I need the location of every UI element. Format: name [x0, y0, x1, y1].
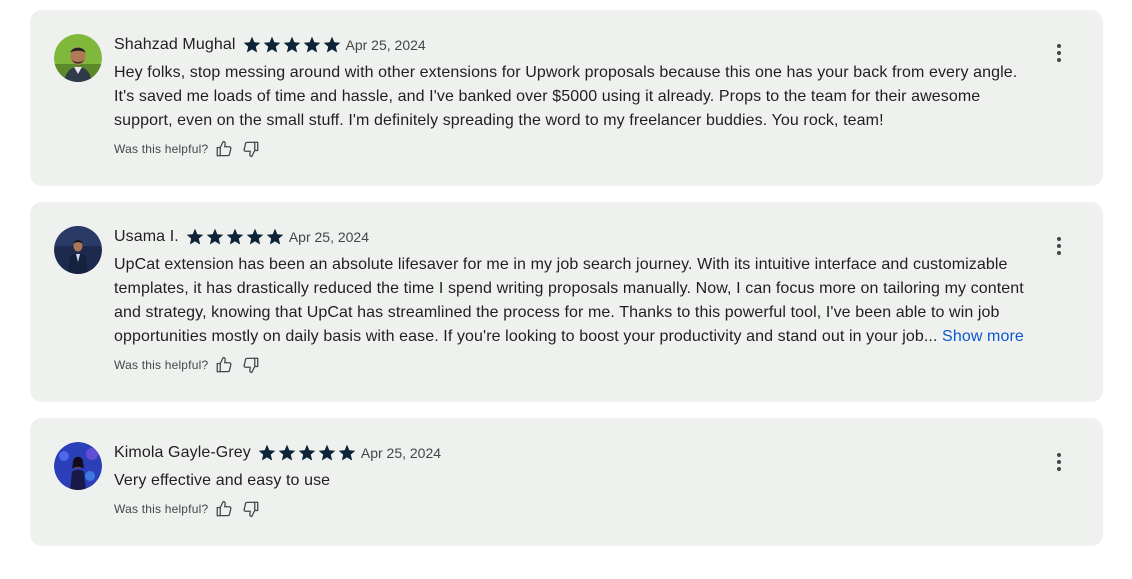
review-text-body: UpCat extension has been an absolute lif…	[114, 256, 1024, 345]
helpful-label: Was this helpful?	[114, 502, 209, 516]
helpful-row: Was this helpful?	[114, 499, 1039, 519]
star-icon	[266, 228, 284, 245]
review-header: Usama I. Apr 25, 2024	[114, 225, 1039, 249]
avatar-image	[54, 226, 102, 274]
star-icon	[298, 444, 316, 461]
review-text: UpCat extension has been an absolute lif…	[114, 253, 1039, 349]
review-card: Kimola Gayle-Grey Apr 25, 2024 Very effe…	[30, 418, 1103, 546]
helpful-label: Was this helpful?	[114, 358, 209, 372]
review-text: Very effective and easy to use	[114, 472, 331, 489]
thumbs-up-icon[interactable]	[215, 140, 233, 158]
star-rating	[257, 443, 357, 463]
star-icon	[318, 444, 336, 461]
thumbs-down-icon[interactable]	[242, 500, 260, 518]
reviewer-avatar	[54, 442, 102, 490]
star-icon	[323, 36, 340, 53]
more-vert-icon	[1057, 237, 1061, 255]
reviewer-name: Usama I.	[114, 228, 179, 245]
avatar-image	[54, 34, 102, 82]
more-vert-icon	[1057, 453, 1061, 471]
star-icon	[258, 444, 276, 461]
star-icon	[226, 228, 244, 245]
reviewer-name: Kimola Gayle-Grey	[114, 444, 251, 461]
star-icon	[303, 36, 320, 53]
reviewer-avatar	[54, 34, 102, 82]
review-card: Shahzad Mughal Apr 25, 2024 Hey folks, s…	[30, 10, 1103, 186]
more-options-button[interactable]	[1047, 234, 1071, 258]
review-date: Apr 25, 2024	[345, 37, 426, 53]
star-icon	[338, 444, 356, 461]
helpful-row: Was this helpful?	[114, 139, 1039, 159]
reviewer-avatar	[54, 226, 102, 274]
star-icon	[263, 36, 280, 53]
more-vert-icon	[1057, 44, 1061, 62]
star-icon	[243, 36, 260, 53]
review-content: Kimola Gayle-Grey Apr 25, 2024 Very effe…	[114, 441, 1039, 519]
review-header: Shahzad Mughal Apr 25, 2024	[114, 33, 1039, 57]
reviewer-name: Shahzad Mughal	[114, 36, 236, 53]
star-icon	[246, 228, 264, 245]
star-rating	[185, 227, 285, 247]
thumbs-down-icon[interactable]	[242, 356, 260, 374]
review-header: Kimola Gayle-Grey Apr 25, 2024	[114, 441, 1039, 465]
review-content: Shahzad Mughal Apr 25, 2024 Hey folks, s…	[114, 33, 1039, 159]
star-icon	[283, 36, 300, 53]
more-options-button[interactable]	[1047, 450, 1071, 474]
star-icon	[278, 444, 296, 461]
helpful-label: Was this helpful?	[114, 142, 209, 156]
helpful-row: Was this helpful?	[114, 355, 1039, 375]
show-more-link[interactable]: Show more	[942, 328, 1024, 345]
review-date: Apr 25, 2024	[288, 229, 369, 245]
star-rating	[242, 35, 342, 55]
review-content: Usama I. Apr 25, 2024 UpCat extension ha…	[114, 225, 1039, 375]
more-options-button[interactable]	[1047, 41, 1071, 65]
review-text: Hey folks, stop messing around with othe…	[114, 64, 1018, 129]
thumbs-up-icon[interactable]	[215, 500, 233, 518]
review-card: Usama I. Apr 25, 2024 UpCat extension ha…	[30, 202, 1103, 402]
star-icon	[186, 228, 204, 245]
thumbs-down-icon[interactable]	[242, 140, 260, 158]
avatar-image	[54, 442, 102, 490]
star-icon	[206, 228, 224, 245]
review-date: Apr 25, 2024	[360, 445, 442, 461]
thumbs-up-icon[interactable]	[215, 356, 233, 374]
